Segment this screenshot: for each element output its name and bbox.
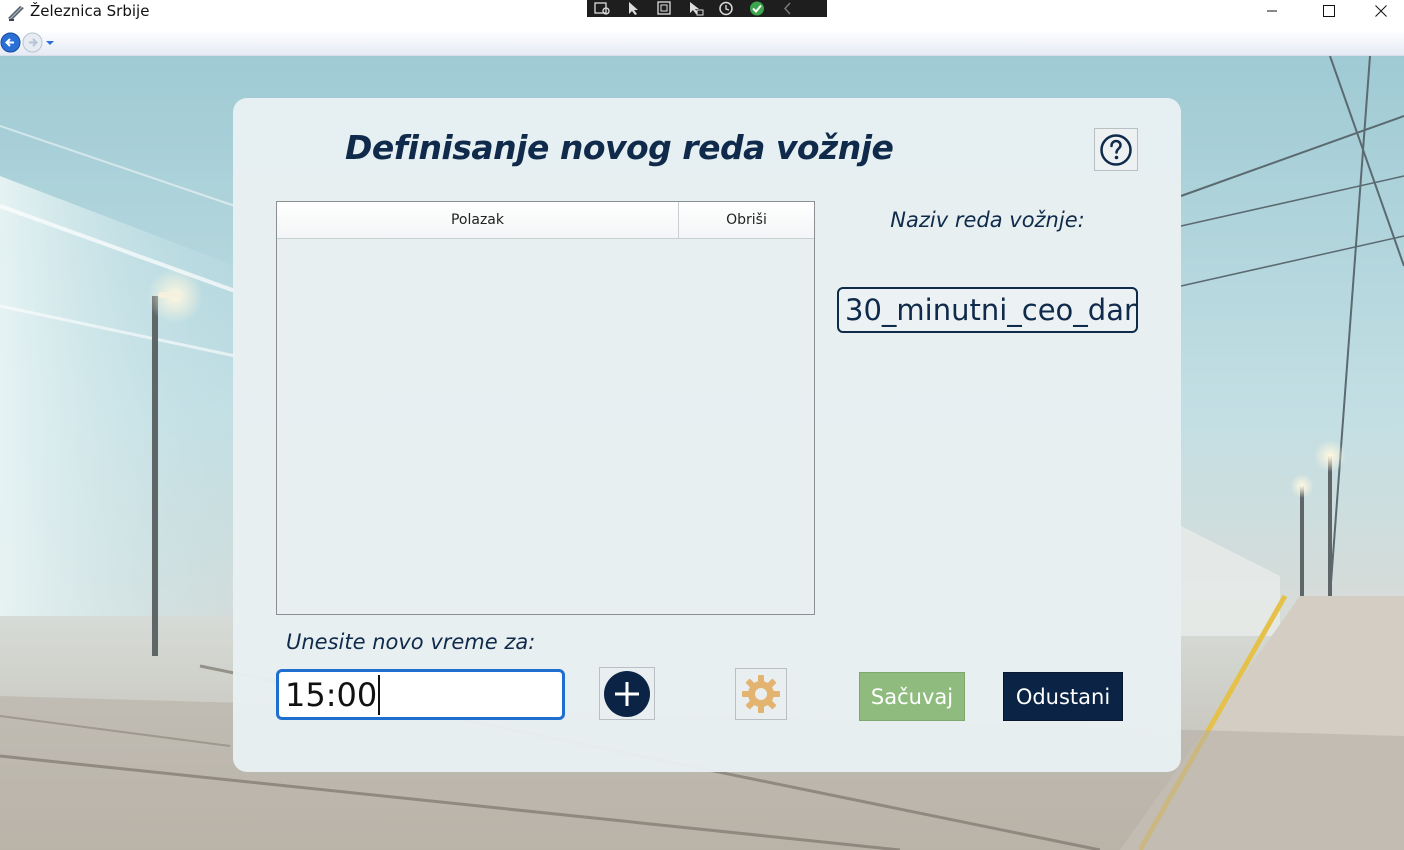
departures-grid[interactable]: Polazak Obriši — [276, 201, 815, 615]
add-time-button[interactable] — [599, 667, 655, 720]
new-time-value: 15:00 — [285, 675, 378, 714]
schedule-dialog: Definisanje novog reda vožnje Polazak Ob… — [233, 98, 1181, 772]
window-title: Železnica Srbije — [30, 2, 150, 20]
collapse-icon[interactable] — [779, 1, 797, 16]
save-button[interactable]: Sačuvaj — [859, 672, 965, 721]
minimize-icon — [1267, 10, 1277, 12]
maximize-icon — [1323, 5, 1335, 17]
schedule-name-input[interactable]: 30_minutni_ceo_dan — [837, 287, 1138, 333]
new-time-label: Unesite novo vreme za: — [286, 630, 536, 654]
question-mark-icon — [1100, 133, 1132, 166]
close-window-button[interactable] — [1358, 0, 1404, 22]
plus-circle-icon — [604, 670, 650, 717]
settings-button[interactable] — [735, 668, 787, 720]
hot-reload-icon[interactable] — [717, 1, 735, 16]
schedule-name-label: Naziv reda vožnje: — [890, 208, 1085, 232]
history-dropdown-icon[interactable] — [45, 39, 55, 47]
minimize-button[interactable] — [1249, 0, 1295, 22]
column-header-polazak[interactable]: Polazak — [277, 202, 679, 238]
forward-arrow-icon[interactable] — [22, 32, 43, 53]
new-time-input[interactable]: 15:00 — [276, 669, 565, 720]
column-header-obrisi[interactable]: Obriši — [679, 202, 814, 238]
window-titlebar: Železnica Srbije — [0, 0, 1404, 30]
xaml-debug-toolbar — [587, 0, 827, 17]
select-element-icon[interactable] — [593, 1, 611, 16]
track-focus-icon[interactable] — [686, 1, 704, 16]
pointer-icon[interactable] — [624, 1, 642, 16]
navigation-bar — [0, 30, 1404, 56]
gear-icon — [742, 675, 780, 713]
binding-check-icon[interactable] — [748, 1, 766, 16]
grid-header: Polazak Obriši — [277, 202, 814, 239]
close-icon — [1375, 5, 1387, 17]
text-caret — [378, 674, 381, 715]
cancel-button[interactable]: Odustani — [1003, 672, 1123, 721]
help-button[interactable] — [1094, 128, 1138, 171]
layout-adorner-icon[interactable] — [655, 1, 673, 16]
app-train-icon — [8, 6, 24, 21]
back-arrow-icon[interactable] — [0, 32, 21, 53]
dialog-title: Definisanje novog reda vožnje — [345, 128, 894, 167]
maximize-button[interactable] — [1306, 0, 1352, 22]
